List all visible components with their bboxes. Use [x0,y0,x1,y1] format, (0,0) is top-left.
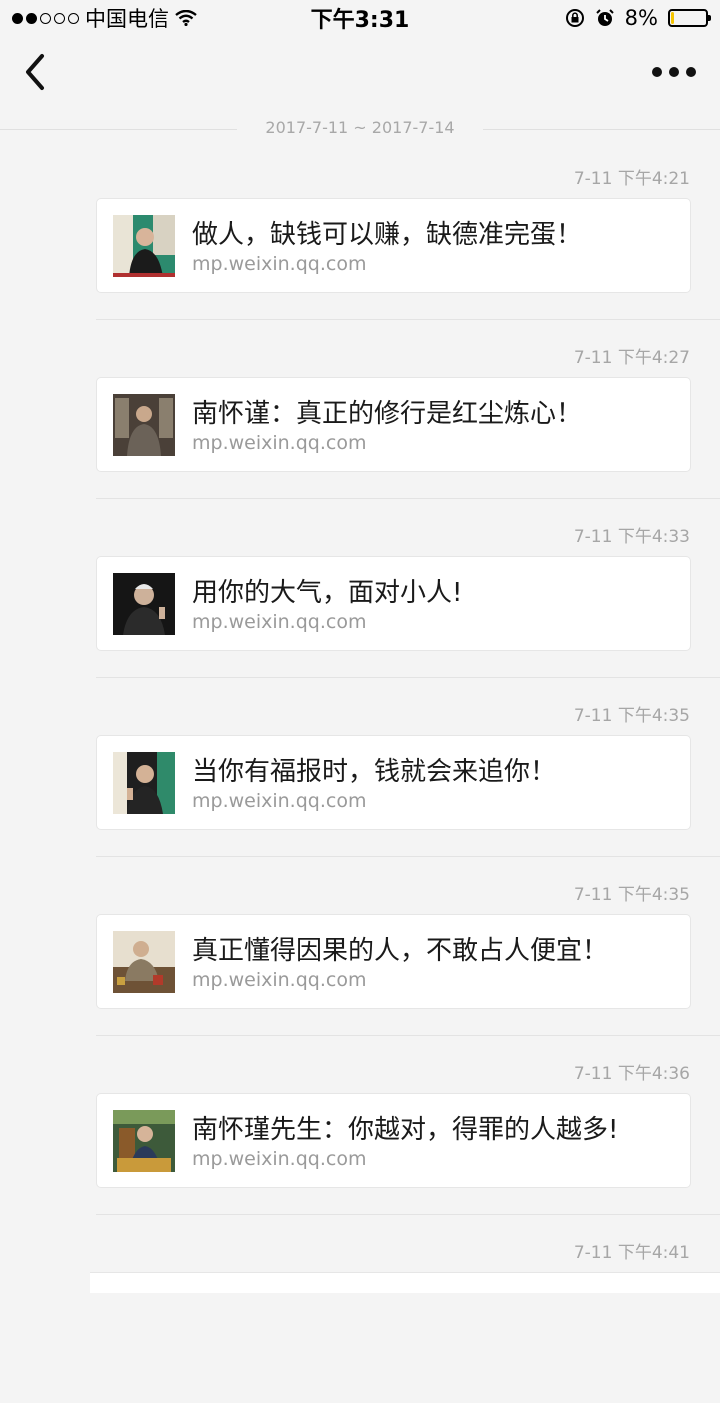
article-title: 南怀瑾先生：你越对，得罪的人越多! [192,1115,619,1145]
alarm-icon [595,9,614,26]
more-dots-icon [669,67,679,77]
article-thumbnail [113,215,175,277]
message-item: 7-11 下午4:41 [0,1224,720,1403]
more-dots-icon [652,67,662,77]
article-source: mp.weixin.qq.com [192,1148,367,1170]
signal-dot [26,12,37,24]
divider [96,1214,720,1215]
more-dots-icon [686,67,696,77]
divider [96,856,720,857]
battery-percent: 8% [624,6,658,30]
message-item: 7-11 下午4:35 真正懂得因果的人，不敢占人便宜！ mp.weixin.q… [0,866,720,1045]
message-item: 7-11 下午4:36 南怀瑾先生：你越对，得罪的人越多! mp.weixin.… [0,1045,720,1224]
message-timestamp: 7-11 下午4:27 [573,348,690,368]
signal-dot [68,12,79,24]
article-title: 南怀谨：真正的修行是红尘炼心！ [192,399,583,429]
article-source: mp.weixin.qq.com [192,969,367,991]
message-timestamp: 7-11 下午4:35 [573,706,690,726]
more-button[interactable] [652,56,696,88]
signal-dot [54,12,65,24]
rotation-lock-icon [565,9,584,27]
message-item: 7-11 下午4:35 当你有福报时，钱就会来追你！ mp.weixin.qq.… [0,687,720,866]
wifi-icon [175,10,197,26]
article-source: mp.weixin.qq.com [192,253,367,275]
message-timestamp: 7-11 下午4:33 [573,527,690,547]
signal-dot [12,12,23,24]
status-bar: 中国电信 下午3:31 8% [0,0,720,36]
divider [96,1035,720,1036]
message-item: 7-11 下午4:21 做人，缺钱可以赚，缺德准完蛋！ mp.weixin.qq… [0,150,720,329]
message-timestamp: 7-11 下午4:41 [573,1243,690,1263]
article-thumbnail [113,1110,175,1172]
message-timestamp: 7-11 下午4:36 [573,1064,690,1084]
divider [96,677,720,678]
article-thumbnail [113,394,175,456]
article-card[interactable]: 做人，缺钱可以赚，缺德准完蛋！ mp.weixin.qq.com [96,198,691,293]
chevron-left-icon [26,54,44,90]
article-card[interactable]: 真正懂得因果的人，不敢占人便宜！ mp.weixin.qq.com [96,914,691,1009]
article-thumbnail [113,573,175,635]
message-timestamp: 7-11 下午4:21 [573,169,690,189]
message-item: 7-11 下午4:33 用你的大气，面对小人! mp.weixin.qq.com [0,508,720,687]
article-title: 用你的大气，面对小人! [192,578,463,608]
article-title: 做人，缺钱可以赚，缺德准完蛋！ [192,220,583,250]
divider [96,319,720,320]
carrier-name: 中国电信 [85,7,169,31]
message-item: 7-11 下午4:27 南怀谨：真正的修行是红尘炼心！ mp.weixin.qq… [0,329,720,508]
article-card[interactable]: 用你的大气，面对小人! mp.weixin.qq.com [96,556,691,651]
divider [96,498,720,499]
article-card[interactable]: 南怀谨：真正的修行是红尘炼心！ mp.weixin.qq.com [96,377,691,472]
battery-level [671,12,674,24]
message-list: 7-11 下午4:21 做人，缺钱可以赚，缺德准完蛋！ mp.weixin.qq… [0,150,720,1403]
article-source: mp.weixin.qq.com [192,790,367,812]
battery-icon [668,9,711,27]
message-timestamp: 7-11 下午4:35 [573,885,690,905]
article-source: mp.weixin.qq.com [192,432,367,454]
signal-strength-icon [12,12,79,24]
status-right: 8% [565,6,720,30]
date-range-text: 2017-7-11 ~ 2017-7-14 [237,118,483,137]
article-card[interactable]: 当你有福报时，钱就会来追你！ mp.weixin.qq.com [96,735,691,830]
nav-bar [0,36,720,130]
article-thumbnail [113,931,175,993]
status-left: 中国电信 [0,3,197,33]
article-title: 真正懂得因果的人，不敢占人便宜！ [192,936,609,966]
back-button[interactable] [14,50,58,94]
signal-dot [40,12,51,24]
article-title: 当你有福报时，钱就会来追你！ [192,757,557,787]
date-range-header: 2017-7-11 ~ 2017-7-14 [0,118,720,137]
article-source: mp.weixin.qq.com [192,611,367,633]
article-card-partial[interactable] [90,1272,720,1293]
article-card[interactable]: 南怀瑾先生：你越对，得罪的人越多! mp.weixin.qq.com [96,1093,691,1188]
article-thumbnail [113,752,175,814]
